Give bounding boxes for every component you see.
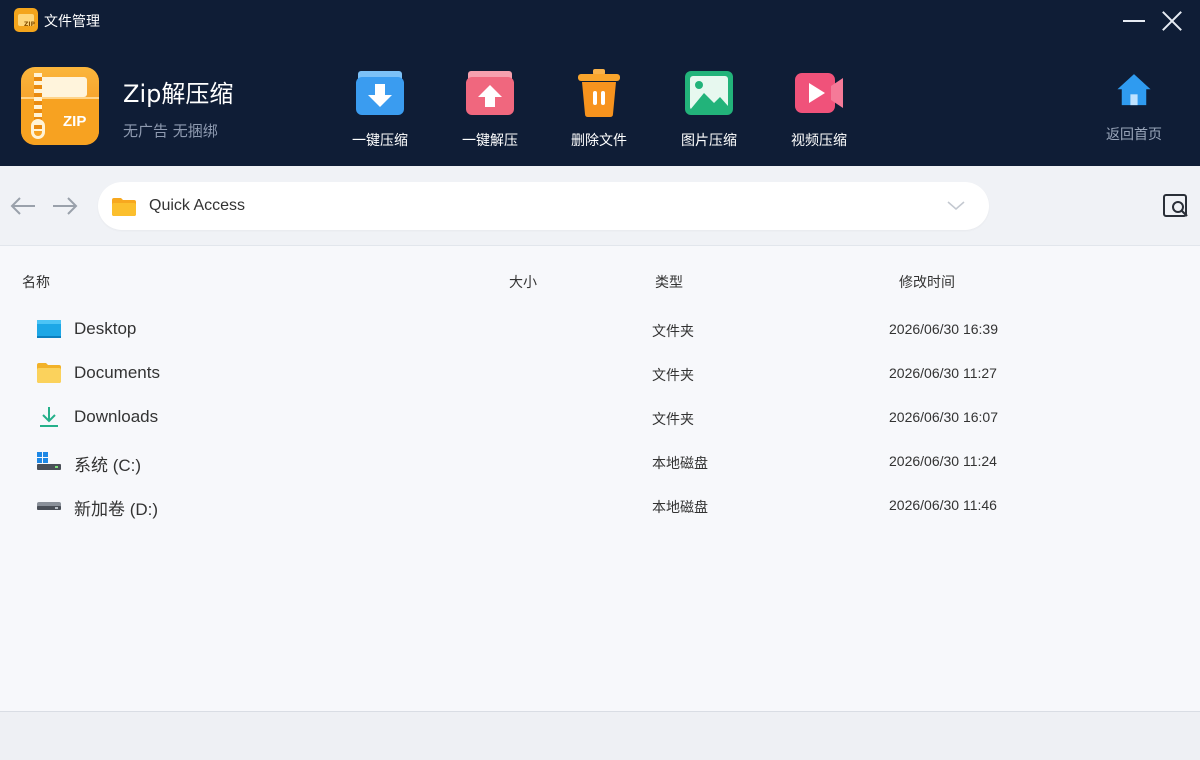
app-logo-text: ZIP xyxy=(63,113,87,130)
file-row-desktop[interactable]: Desktop 文件夹 2026/06/30 16:39 xyxy=(0,307,1200,351)
compress-icon xyxy=(356,71,404,115)
download-icon xyxy=(40,407,58,427)
column-header-size[interactable]: 大小 xyxy=(509,272,537,292)
image-compress-button[interactable]: 图片压缩 xyxy=(654,68,764,152)
system-drive-icon xyxy=(37,452,61,470)
file-type: 文件夹 xyxy=(652,412,694,428)
delete-files-label: 删除文件 xyxy=(571,133,627,149)
compress-label: 一键压缩 xyxy=(352,133,408,149)
extract-button[interactable]: 一键解压 xyxy=(435,68,545,152)
app-small-icon-text: ZIP xyxy=(24,21,35,28)
file-type: 本地磁盘 xyxy=(652,456,708,472)
extract-icon xyxy=(466,71,514,115)
search-icon[interactable] xyxy=(1161,191,1191,221)
file-row-d-drive[interactable]: 新加卷 (D:) 本地磁盘 2026/06/30 11:46 xyxy=(0,483,1200,527)
file-modified: 2026/06/30 11:27 xyxy=(889,365,997,381)
file-row-documents[interactable]: Documents 文件夹 2026/06/30 11:27 xyxy=(0,351,1200,395)
file-row-system-drive[interactable]: 系统 (C:) 本地磁盘 2026/06/30 11:24 xyxy=(0,439,1200,483)
desktop-icon xyxy=(37,320,61,338)
image-icon xyxy=(685,71,733,115)
extract-label: 一键解压 xyxy=(462,133,518,149)
file-type: 文件夹 xyxy=(652,368,694,384)
video-compress-label: 视频压缩 xyxy=(791,133,847,149)
app-tagline: 无广告 无捆绑 xyxy=(123,122,218,140)
delete-files-button[interactable]: 删除文件 xyxy=(544,68,654,152)
status-bar xyxy=(0,711,1200,760)
address-path: Quick Access xyxy=(149,197,246,214)
app-name: Zip解压缩 xyxy=(123,80,234,108)
file-name: 系统 (C:) xyxy=(74,456,142,475)
file-name: 新加卷 (D:) xyxy=(74,500,159,519)
drive-icon xyxy=(37,502,61,510)
app-logo: ZIP xyxy=(21,67,99,145)
column-header-name[interactable]: 名称 xyxy=(22,272,50,292)
file-name: Downloads xyxy=(74,407,159,426)
column-header-type[interactable]: 类型 xyxy=(655,272,683,292)
file-modified: 2026/06/30 11:24 xyxy=(889,453,997,469)
forward-arrow-icon[interactable] xyxy=(50,194,80,218)
folder-icon xyxy=(37,363,61,383)
file-name: Documents xyxy=(74,363,160,382)
back-arrow-icon[interactable] xyxy=(8,194,38,218)
file-modified: 2026/06/30 16:07 xyxy=(889,409,998,425)
home-button[interactable]: 返回首页 xyxy=(1079,72,1189,156)
window-title: 文件管理 xyxy=(44,14,100,30)
close-button[interactable] xyxy=(1158,8,1186,34)
file-type: 本地磁盘 xyxy=(652,500,708,516)
app-small-icon: ZIP xyxy=(14,8,38,32)
file-name: Desktop xyxy=(74,319,137,338)
column-header-modified[interactable]: 修改时间 xyxy=(899,272,955,292)
file-modified: 2026/06/30 16:39 xyxy=(889,321,998,337)
compress-button[interactable]: 一键压缩 xyxy=(325,68,435,152)
image-compress-label: 图片压缩 xyxy=(681,133,737,149)
app-header: ZIP 文件管理 ZIP Zip解压缩 无广告 无捆绑 一键压缩 一键解压 删除… xyxy=(0,0,1200,166)
file-row-downloads[interactable]: Downloads 文件夹 2026/06/30 16:07 xyxy=(0,395,1200,439)
address-bar[interactable]: Quick Access xyxy=(98,182,989,230)
video-icon xyxy=(795,73,843,113)
trash-icon xyxy=(578,69,620,117)
home-label: 返回首页 xyxy=(1106,127,1162,143)
video-compress-button[interactable]: 视频压缩 xyxy=(764,68,874,152)
home-icon xyxy=(1117,74,1151,106)
folder-icon xyxy=(112,198,136,216)
chevron-down-icon[interactable] xyxy=(946,198,966,212)
file-modified: 2026/06/30 11:46 xyxy=(889,497,997,513)
title-bar: ZIP 文件管理 xyxy=(0,0,1200,42)
file-type: 文件夹 xyxy=(652,324,694,340)
minimize-button[interactable] xyxy=(1120,8,1148,34)
